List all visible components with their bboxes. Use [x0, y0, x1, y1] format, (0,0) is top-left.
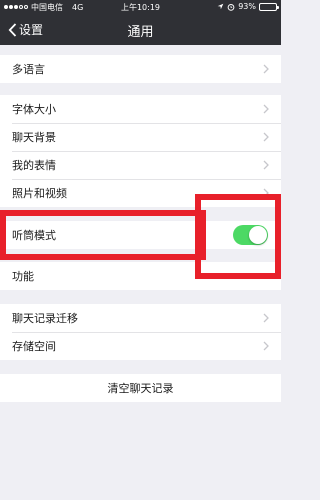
alarm-icon	[227, 3, 235, 11]
row-label: 聊天记录迁移	[12, 312, 78, 325]
earpiece-mode-toggle[interactable]	[233, 225, 268, 245]
row-label: 存储空间	[12, 340, 56, 353]
settings-row-my-stickers[interactable]: 我的表情	[0, 151, 281, 179]
clear-group: 清空聊天记录	[0, 374, 281, 402]
chevron-right-icon	[263, 341, 269, 351]
toggle-knob	[249, 226, 267, 244]
clear-chat-history-button[interactable]: 清空聊天记录	[0, 374, 281, 402]
row-label: 听筒模式	[12, 229, 56, 242]
language-group: 多语言	[0, 55, 281, 83]
settings-row-font-size[interactable]: 字体大小	[0, 95, 281, 123]
location-icon	[217, 3, 224, 10]
battery-icon	[259, 2, 279, 11]
settings-row-storage-space[interactable]: 存储空间	[0, 332, 281, 360]
chevron-right-icon	[263, 64, 269, 74]
features-group: 功能	[0, 262, 281, 290]
row-label: 清空聊天记录	[107, 382, 174, 395]
settings-row-language[interactable]: 多语言	[0, 55, 281, 83]
chevron-right-icon	[263, 132, 269, 142]
status-right: 93%	[217, 2, 279, 11]
status-bar: 中国电信 4G 上午10:19 93%	[0, 0, 281, 14]
page-title: 通用	[127, 25, 154, 40]
chevron-right-icon	[263, 104, 269, 114]
storage-group: 聊天记录迁移 存储空间	[0, 304, 281, 360]
chevron-right-icon	[263, 160, 269, 170]
row-label: 字体大小	[12, 103, 56, 116]
row-label: 功能	[12, 270, 34, 283]
chevron-right-icon	[263, 188, 269, 198]
row-label: 我的表情	[12, 159, 56, 172]
row-label: 多语言	[12, 63, 45, 76]
chevron-right-icon	[263, 313, 269, 323]
battery-percent: 93%	[238, 2, 256, 11]
settings-row-features[interactable]: 功能	[0, 262, 281, 290]
nav-bar: 设置 通用	[0, 14, 281, 45]
row-label: 聊天背景	[12, 131, 56, 144]
settings-row-chat-migration[interactable]: 聊天记录迁移	[0, 304, 281, 332]
display-group: 字体大小 聊天背景 我的表情 照片和视频	[0, 95, 281, 207]
row-label: 照片和视频	[12, 187, 67, 200]
settings-row-earpiece-mode: 听筒模式	[0, 221, 281, 249]
settings-row-photos-videos[interactable]: 照片和视频	[0, 179, 281, 207]
settings-row-chat-background[interactable]: 聊天背景	[0, 123, 281, 151]
listen-mode-group: 听筒模式	[0, 221, 281, 249]
